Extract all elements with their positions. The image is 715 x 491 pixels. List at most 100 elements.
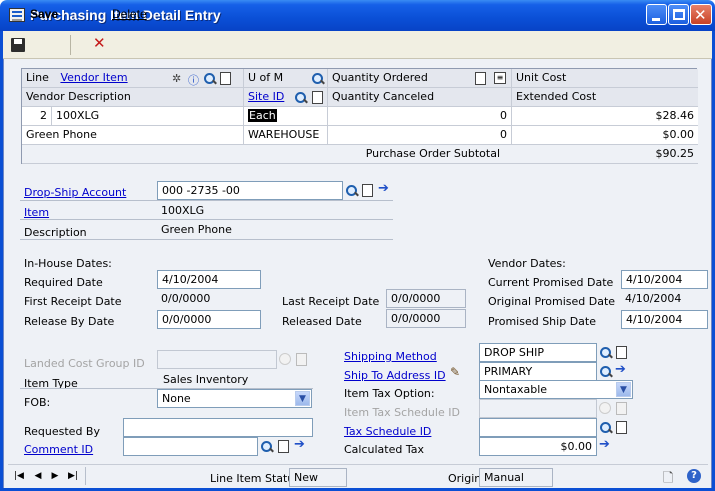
- item-tax-option-value: Nontaxable: [484, 383, 548, 396]
- delete-button[interactable]: Delete: [112, 7, 147, 21]
- drop-ship-expand-icon[interactable]: ➔: [378, 182, 392, 196]
- item-tax-schedule-new-icon: [616, 402, 627, 415]
- calculated-tax-field[interactable]: $0.00: [479, 437, 597, 456]
- item-link[interactable]: Item: [24, 206, 49, 219]
- tax-schedule-new-icon[interactable]: [616, 421, 627, 434]
- last-receipt-date-label: Last Receipt Date: [282, 295, 380, 308]
- header-site-id-link[interactable]: Site ID: [248, 90, 284, 103]
- help-icon[interactable]: ?: [687, 469, 701, 483]
- row-site-id[interactable]: WAREHOUSE: [244, 126, 328, 145]
- close-button[interactable]: ✕: [690, 4, 712, 25]
- shipping-method-field[interactable]: DROP SHIP: [479, 343, 597, 362]
- next-record-icon[interactable]: ▶: [48, 469, 62, 483]
- save-icon[interactable]: [11, 38, 25, 52]
- site-id-new-icon[interactable]: [312, 91, 323, 104]
- tax-schedule-id-link[interactable]: Tax Schedule ID: [344, 425, 431, 438]
- release-by-date-label: Release By Date: [24, 315, 115, 328]
- divider: [85, 467, 86, 485]
- current-promised-date-field[interactable]: 4/10/2004: [621, 270, 708, 289]
- close-icon: ✕: [694, 6, 707, 24]
- drop-ship-new-icon[interactable]: [362, 184, 373, 197]
- quantity-note-icon[interactable]: [475, 72, 486, 85]
- row-quantity-ordered[interactable]: 0: [328, 107, 512, 126]
- landed-cost-lookup-icon: [279, 353, 291, 365]
- fob-label: FOB:: [24, 396, 51, 409]
- row-line-number: 2: [22, 107, 52, 126]
- item-tax-schedule-label: Item Tax Schedule ID: [344, 406, 460, 419]
- item-tax-option-label: Item Tax Option:: [344, 387, 435, 400]
- tax-schedule-lookup-icon[interactable]: [599, 421, 613, 435]
- required-date-field[interactable]: 4/10/2004: [157, 270, 261, 289]
- drop-ship-account-field[interactable]: 000 -2735 -00: [157, 181, 343, 200]
- ship-to-address-field[interactable]: PRIMARY: [479, 362, 597, 381]
- subtotal-spacer: [22, 145, 328, 164]
- drop-ship-lookup-icon[interactable]: [345, 184, 359, 198]
- ship-to-lookup-icon[interactable]: [599, 365, 613, 379]
- chevron-down-icon[interactable]: ▼: [616, 382, 631, 397]
- shipping-method-link[interactable]: Shipping Method: [344, 350, 437, 363]
- item-tax-option-select[interactable]: Nontaxable ▼: [479, 380, 633, 399]
- save-button[interactable]: Save: [30, 7, 58, 21]
- comment-lookup-icon[interactable]: [260, 440, 274, 454]
- pencil-icon[interactable]: ✎: [450, 365, 460, 379]
- landed-cost-new-icon: [296, 353, 307, 366]
- released-date-label: Released Date: [282, 315, 362, 328]
- first-receipt-date-label: First Receipt Date: [24, 295, 122, 308]
- in-house-dates-heading: In-House Dates:: [24, 257, 112, 270]
- item-type-value: Sales Inventory: [163, 373, 249, 386]
- header-quantity-canceled: Quantity Canceled: [328, 88, 512, 107]
- row-unit-cost[interactable]: $28.46: [512, 107, 698, 126]
- fob-select[interactable]: None ▼: [157, 389, 312, 408]
- row-quantity-canceled[interactable]: 0: [328, 126, 512, 145]
- shipping-method-new-icon[interactable]: [616, 346, 627, 359]
- item-info-icon[interactable]: ⓘ: [188, 72, 202, 87]
- comment-expand-icon[interactable]: ➔: [294, 438, 308, 452]
- subtotal-label: Purchase Order Subtotal: [328, 145, 512, 164]
- calculated-tax-expand-icon[interactable]: ➔: [599, 438, 613, 452]
- minimize-button[interactable]: [646, 4, 667, 25]
- drop-ship-account-link[interactable]: Drop-Ship Account: [24, 186, 126, 199]
- first-receipt-date-value: 0/0/0000: [161, 292, 211, 305]
- last-record-icon[interactable]: ▶|: [66, 469, 80, 483]
- item-lookup-options-icon[interactable]: ✲: [172, 72, 186, 86]
- vendor-item-lookup-icon[interactable]: [203, 72, 217, 86]
- line-item-status-label: Line Item Status: [210, 472, 301, 485]
- description-label: Description: [24, 226, 87, 239]
- chevron-down-icon[interactable]: ▼: [295, 391, 310, 406]
- comment-new-icon[interactable]: [278, 440, 289, 453]
- requested-by-label: Requested By: [24, 425, 100, 438]
- comment-id-link[interactable]: Comment ID: [24, 443, 93, 456]
- divider: [20, 239, 393, 240]
- ship-to-expand-icon[interactable]: ➔: [615, 363, 629, 377]
- row-vendor-item[interactable]: 100XLG: [52, 107, 244, 126]
- current-promised-date-label: Current Promised Date: [488, 276, 614, 289]
- tax-schedule-id-field[interactable]: [479, 418, 597, 437]
- delete-icon[interactable]: ✕: [93, 34, 106, 52]
- ship-to-address-link[interactable]: Ship To Address ID: [344, 369, 446, 382]
- required-date-label: Required Date: [24, 276, 103, 289]
- release-by-date-field[interactable]: 0/0/0000: [157, 310, 261, 329]
- maximize-button[interactable]: [668, 4, 689, 25]
- header-line: Line: [26, 71, 49, 84]
- toolbar-divider: [70, 35, 71, 55]
- first-record-icon[interactable]: |◀: [12, 469, 26, 483]
- row-vendor-description[interactable]: Green Phone: [22, 126, 244, 145]
- vendor-item-new-icon[interactable]: [220, 72, 231, 85]
- row-u-of-m-value: Each: [248, 109, 277, 122]
- maximize-icon: [673, 9, 685, 20]
- requested-by-field[interactable]: [123, 418, 313, 437]
- released-date-value: 0/0/0000: [386, 309, 466, 328]
- line-items-grid: Line Vendor Item ✲ ⓘ U of M Quantity Ord…: [21, 68, 698, 164]
- previous-record-icon[interactable]: ◀: [31, 469, 45, 483]
- site-id-lookup-icon[interactable]: [294, 91, 308, 105]
- description-value: Green Phone: [161, 223, 232, 236]
- row-u-of-m[interactable]: Each: [244, 107, 328, 126]
- comment-id-field[interactable]: [123, 437, 258, 456]
- u-of-m-lookup-icon[interactable]: [311, 72, 325, 86]
- shipping-method-lookup-icon[interactable]: [599, 346, 613, 360]
- header-vendor-item-link[interactable]: Vendor Item: [60, 71, 127, 84]
- promised-ship-date-field[interactable]: 4/10/2004: [621, 310, 708, 329]
- item-tax-schedule-field: [479, 399, 597, 418]
- origin-label: Origin: [448, 472, 482, 485]
- quantity-calc-icon[interactable]: ≡: [494, 72, 506, 84]
